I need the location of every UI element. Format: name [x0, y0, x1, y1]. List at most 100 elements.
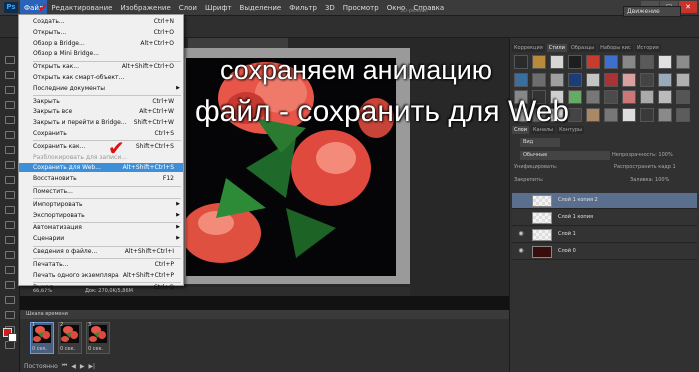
quick-select-tool-icon[interactable] [5, 101, 15, 109]
style-swatch[interactable] [604, 90, 618, 104]
style-swatch[interactable] [586, 90, 600, 104]
eraser-tool-icon[interactable] [5, 206, 15, 214]
style-swatch[interactable] [568, 72, 582, 87]
file-menu-item[interactable]: Печатать... Ctrl+P [19, 260, 183, 269]
file-menu-item[interactable]: Обзор в Bridge... Alt+Ctrl+O [19, 39, 183, 48]
file-menu-item[interactable]: Открыть... Ctrl+O [19, 28, 183, 37]
menu-6[interactable]: Фильтр [285, 0, 321, 16]
file-menu-item[interactable]: Создать... Ctrl+N [19, 17, 183, 26]
style-swatch[interactable] [658, 72, 672, 87]
style-swatch[interactable] [658, 90, 672, 104]
style-swatch[interactable] [586, 107, 600, 122]
file-menu-item[interactable]: Открыть как... Alt+Shift+Ctrl+O [19, 62, 183, 71]
canvas-image[interactable] [186, 58, 396, 276]
layer-row[interactable]: ◉ Слой 1 [512, 227, 697, 243]
file-menu-item[interactable]: Сохранить для Web... Alt+Shift+Ctrl+S [19, 163, 183, 173]
style-swatch[interactable] [676, 72, 690, 87]
frame-duration[interactable]: 0 сек. [32, 346, 47, 352]
frame-duration[interactable]: 0 сек. [60, 346, 75, 352]
prev-frame-icon[interactable]: ◀ [71, 363, 76, 370]
style-swatch[interactable] [676, 90, 690, 104]
first-frame-icon[interactable]: ⏮ [62, 362, 67, 370]
play-icon[interactable]: ▶ [80, 363, 85, 370]
next-frame-icon[interactable]: ▶| [88, 363, 95, 370]
style-swatch[interactable] [622, 55, 636, 69]
style-swatch[interactable] [658, 107, 672, 122]
layer-row[interactable]: Слой 1 копия 2 [512, 193, 697, 209]
style-swatch[interactable] [604, 107, 618, 122]
menu-7[interactable]: 3D [321, 0, 339, 16]
lasso-tool-icon[interactable] [5, 86, 15, 94]
style-swatch[interactable] [568, 107, 582, 122]
style-swatch[interactable] [586, 55, 600, 69]
type-tool-icon[interactable] [5, 281, 15, 289]
menu-5[interactable]: Выделение [236, 0, 286, 16]
workspace-select[interactable]: Движение [623, 6, 681, 17]
style-swatch[interactable] [622, 72, 636, 87]
gradient-tool-icon[interactable] [5, 221, 15, 229]
style-swatch[interactable] [532, 72, 546, 87]
file-menu-item[interactable]: Закрыть Ctrl+W [19, 97, 183, 106]
document-tab[interactable] [188, 38, 288, 48]
blend-mode-select[interactable]: Обычные [520, 151, 610, 160]
close-button[interactable]: ✕ [679, 1, 697, 13]
dodge-tool-icon[interactable] [5, 251, 15, 259]
file-menu-item[interactable]: Автоматизация ▶ [19, 223, 183, 232]
fill-field[interactable]: Заливка: 100% [630, 177, 669, 183]
frame-duration[interactable]: 0 сек. [88, 346, 103, 352]
pen-tool-icon[interactable] [5, 266, 15, 274]
path-select-tool-icon[interactable] [5, 296, 15, 304]
file-menu-item[interactable]: Сохранить как... Shift+Ctrl+S [19, 142, 183, 151]
timeline-frame[interactable]: 1 0 сек. [30, 322, 54, 354]
file-menu-item[interactable]: Импортировать ▶ [19, 200, 183, 209]
style-swatch[interactable] [640, 107, 654, 122]
panel-tab[interactable]: Коррекция [512, 44, 545, 52]
style-swatch[interactable] [622, 90, 636, 104]
move-tool-icon[interactable] [5, 56, 15, 64]
brush-tool-icon[interactable] [5, 161, 15, 169]
style-swatch[interactable] [658, 55, 672, 69]
timeline-frame[interactable]: 3 0 сек. [86, 322, 110, 354]
stamp-tool-icon[interactable] [5, 176, 15, 184]
style-swatch[interactable] [568, 55, 582, 69]
style-swatch[interactable] [550, 55, 564, 69]
history-brush-tool-icon[interactable] [5, 191, 15, 199]
file-menu-item[interactable]: Экспортировать ▶ [19, 211, 183, 220]
file-menu-item[interactable]: Выход Ctrl+Q [19, 283, 183, 292]
file-menu-item[interactable]: Сведения о файле... Alt+Shift+Ctrl+I [19, 247, 183, 256]
visibility-eye-icon[interactable]: ◉ [516, 247, 526, 256]
style-swatch[interactable] [514, 72, 528, 87]
file-menu-item[interactable]: Последние документы ▶ [19, 84, 183, 93]
zoom-tool-icon[interactable] [5, 341, 15, 349]
file-menu-item[interactable]: Закрыть и перейти в Bridge... Shift+Ctrl+… [19, 118, 183, 127]
opacity-field[interactable]: Непрозрачность: 100% [612, 151, 673, 160]
file-menu-item[interactable]: Закрыть все Alt+Ctrl+W [19, 107, 183, 116]
style-swatch[interactable] [676, 55, 690, 69]
file-menu-item[interactable]: Сохранить Ctrl+S [19, 129, 183, 138]
eyedropper-tool-icon[interactable] [5, 131, 15, 139]
style-swatch[interactable] [676, 107, 690, 122]
menu-8[interactable]: Просмотр [339, 0, 383, 16]
panel-tab[interactable]: Стили [546, 44, 567, 52]
background-color-swatch[interactable] [8, 333, 17, 342]
crop-tool-icon[interactable] [5, 116, 15, 124]
file-menu-item[interactable]: Восстановить F12 [19, 174, 183, 183]
blur-tool-icon[interactable] [5, 236, 15, 244]
file-menu-item[interactable]: Сценарии ▶ [19, 234, 183, 243]
shape-tool-icon[interactable] [5, 311, 15, 319]
menu-4[interactable]: Шрифт [201, 0, 236, 16]
panel-tab[interactable]: Образцы [568, 44, 597, 52]
layer-kind-filter[interactable]: Вид [520, 138, 560, 147]
propagate-frame-checkbox[interactable]: Распространить кадр 1 [614, 164, 676, 170]
file-menu-item[interactable]: Обзор в Mini Bridge... [19, 49, 183, 58]
loop-select[interactable]: Постоянно [24, 363, 58, 370]
marquee-tool-icon[interactable] [5, 71, 15, 79]
style-swatch[interactable] [514, 55, 528, 69]
style-swatch[interactable] [586, 72, 600, 87]
panel-tab[interactable]: История [634, 44, 661, 52]
visibility-eye-icon[interactable] [516, 196, 526, 205]
style-swatch[interactable] [604, 72, 618, 87]
style-swatch[interactable] [532, 55, 546, 69]
healing-tool-icon[interactable] [5, 146, 15, 154]
visibility-eye-icon[interactable]: ◉ [516, 230, 526, 239]
